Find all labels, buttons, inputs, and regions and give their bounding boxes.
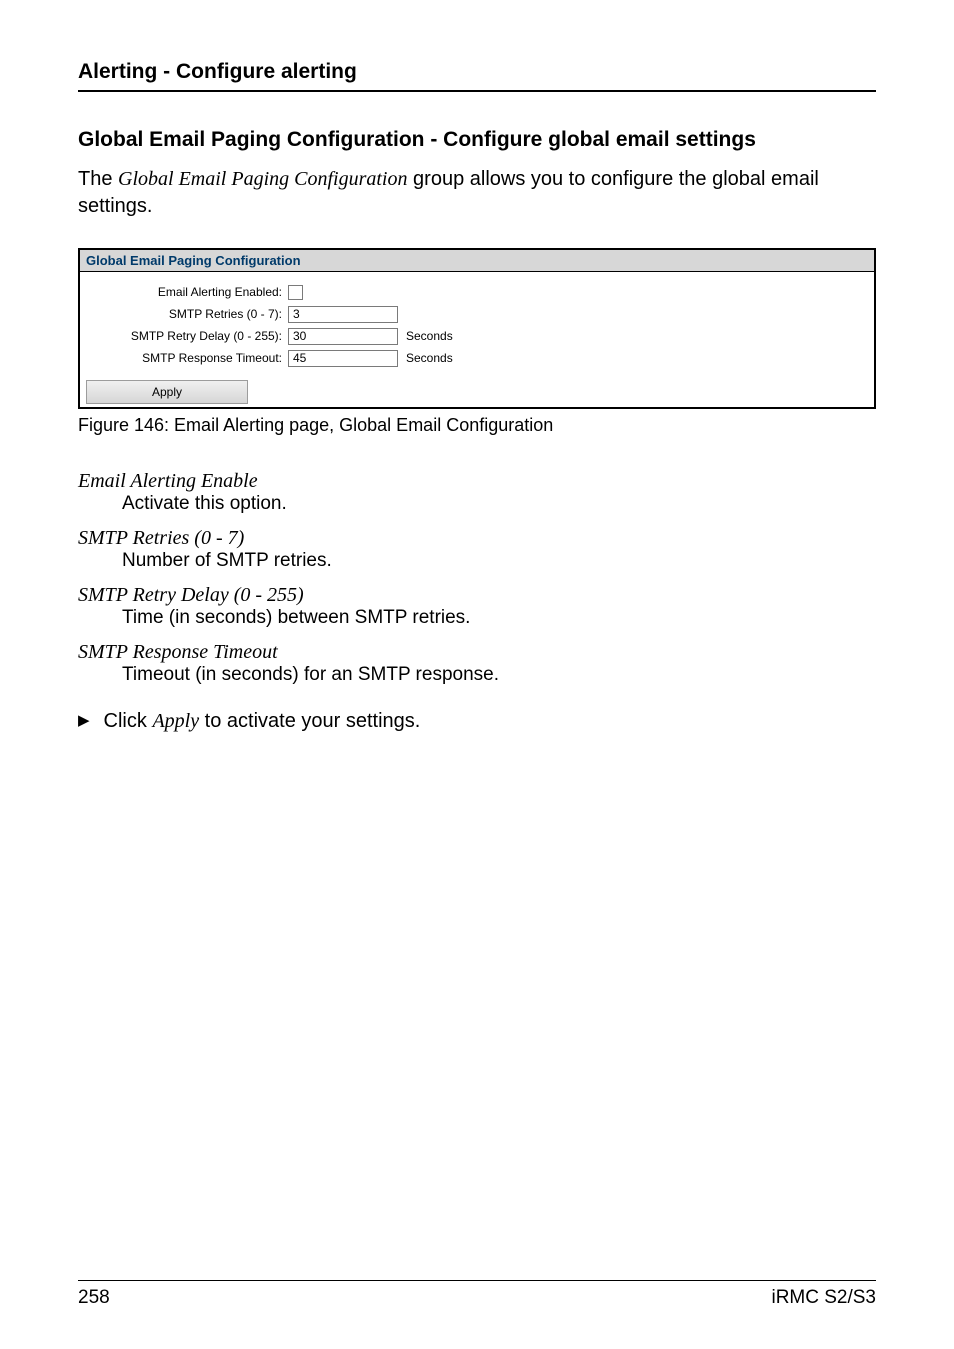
row-response-timeout: SMTP Response Timeout: Seconds [92,348,862,368]
term: SMTP Retry Delay (0 - 255) [78,584,876,607]
definition: Activate this option. [122,493,876,515]
definition: Number of SMTP retries. [122,550,876,572]
row-smtp-retries: SMTP Retries (0 - 7): [92,304,862,324]
action-suffix: to activate your settings. [199,710,420,732]
action-step: ▶ Click Apply to activate your settings. [78,710,876,733]
page-number: 258 [78,1287,110,1309]
panel-footer: Apply [80,376,874,407]
term: Email Alerting Enable [78,470,876,493]
panel-body: Email Alerting Enabled: SMTP Retries (0 … [80,272,874,376]
page-footer: 258 iRMC S2/S3 [78,1280,876,1309]
config-panel: Global Email Paging Configuration Email … [78,248,876,409]
figure-caption: Figure 146: Email Alerting page, Global … [78,415,876,436]
definition: Time (in seconds) between SMTP retries. [122,607,876,629]
action-italic: Apply [152,710,199,732]
label-retry-delay: SMTP Retry Delay (0 - 255): [92,329,288,343]
apply-button[interactable]: Apply [86,380,248,404]
intro-italic: Global Email Paging Configuration [118,168,407,190]
definition: Timeout (in seconds) for an SMTP respons… [122,664,876,686]
input-response-timeout[interactable] [288,350,398,367]
row-email-enabled: Email Alerting Enabled: [92,282,862,302]
section-title: Global Email Paging Configuration - Conf… [78,128,876,152]
row-retry-delay: SMTP Retry Delay (0 - 255): Seconds [92,326,862,346]
action-prefix: Click [104,710,153,732]
input-smtp-retries[interactable] [288,306,398,323]
label-email-enabled: Email Alerting Enabled: [92,285,288,299]
panel-title: Global Email Paging Configuration [80,250,874,272]
term: SMTP Response Timeout [78,641,876,664]
footer-right: iRMC S2/S3 [771,1287,876,1309]
section-intro: The Global Email Paging Configuration gr… [78,166,876,220]
input-retry-delay[interactable] [288,328,398,345]
page-header: Alerting - Configure alerting [78,60,876,92]
term: SMTP Retries (0 - 7) [78,527,876,550]
units-retry-delay: Seconds [398,329,453,343]
intro-prefix: The [78,168,118,190]
units-response-timeout: Seconds [398,351,453,365]
checkbox-email-enabled[interactable] [288,285,303,300]
triangle-icon: ▶ [78,711,104,729]
definition-list: Email Alerting Enable Activate this opti… [78,458,876,696]
label-smtp-retries: SMTP Retries (0 - 7): [92,307,288,321]
label-response-timeout: SMTP Response Timeout: [92,351,288,365]
